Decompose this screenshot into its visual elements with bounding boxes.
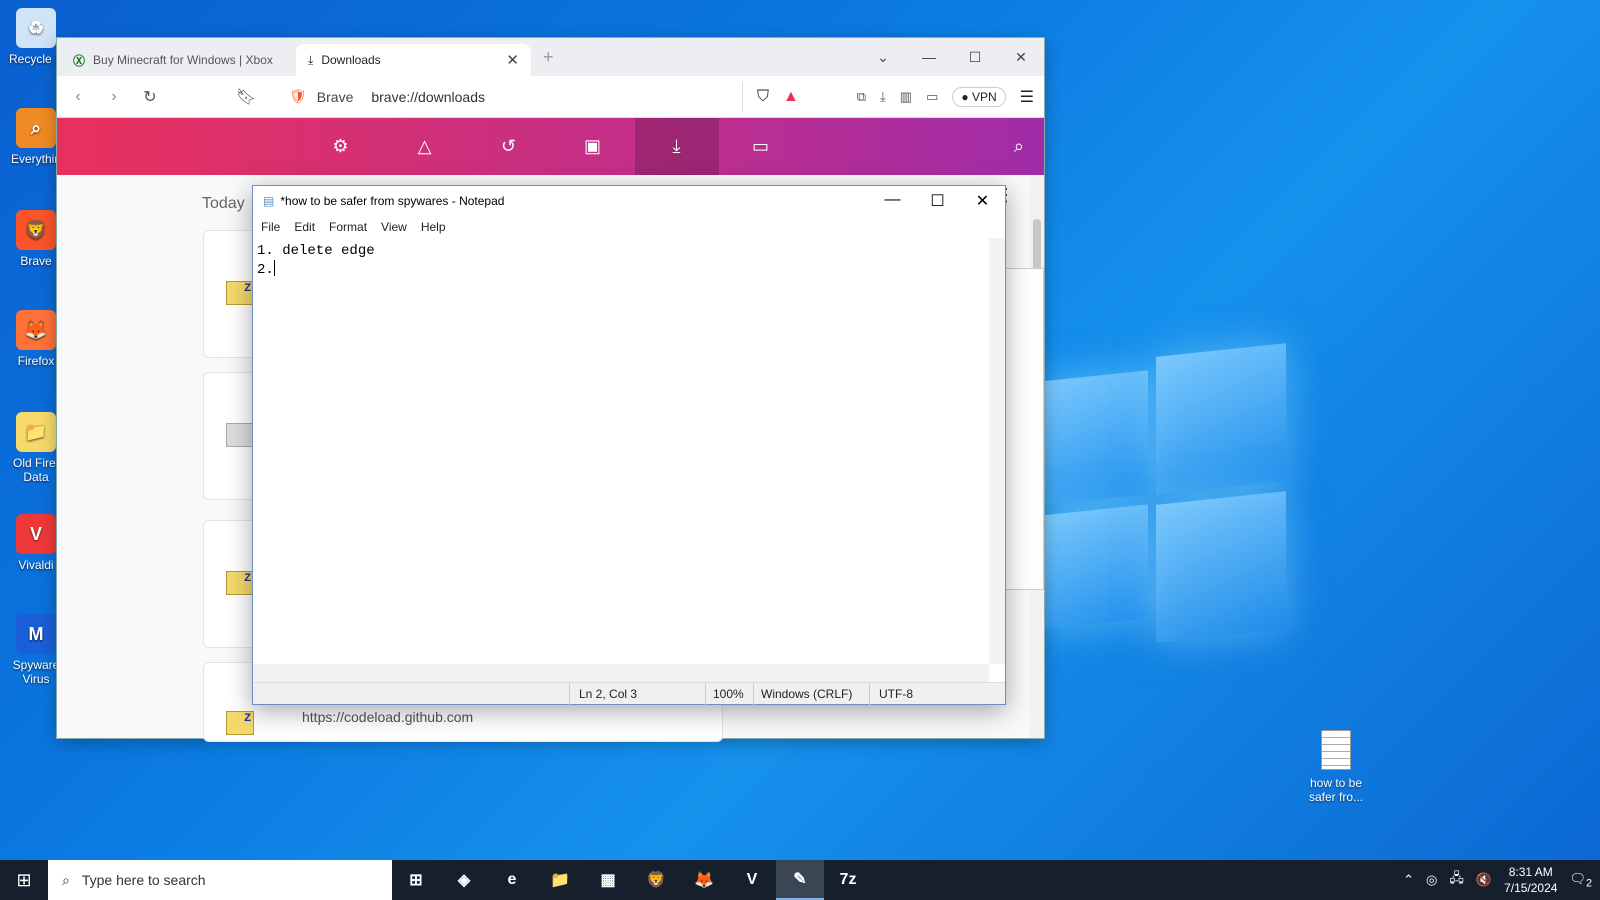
downloads-toolbar-icon[interactable]: ⤓ bbox=[880, 89, 886, 105]
tab-minecraft[interactable]: Ⓧ Buy Minecraft for Windows | Xbox bbox=[61, 44, 296, 76]
menu-view[interactable]: View bbox=[381, 220, 407, 234]
brave-shield-icon: 🛡 bbox=[289, 88, 307, 104]
downloads-nav-icon[interactable]: ⤓ bbox=[634, 118, 719, 175]
notepad-window[interactable]: ▤ *how to be safer from spywares - Notep… bbox=[252, 185, 1006, 705]
desktop-app-icon: 📁 bbox=[16, 412, 56, 452]
address-bar[interactable]: 🛡 Brave brave://downloads bbox=[281, 81, 743, 112]
taskbar-search[interactable]: ⌕ Type here to search bbox=[48, 860, 392, 900]
sidebar-icon[interactable]: ▥ bbox=[900, 89, 912, 105]
show-hidden-icons-chevron-icon[interactable]: ⌃ bbox=[1403, 872, 1414, 888]
minimize-button[interactable]: — bbox=[870, 191, 915, 211]
encoding: UTF-8 bbox=[879, 687, 913, 701]
copilot-icon[interactable]: ◈ bbox=[440, 860, 488, 900]
settings-gear-icon[interactable]: ⚙ bbox=[299, 118, 383, 175]
background-window-edge bbox=[1000, 268, 1044, 590]
vertical-scrollbar[interactable] bbox=[989, 238, 1005, 664]
notepad-text-area[interactable]: 1. delete edge 2. bbox=[253, 238, 989, 664]
cursor-position: Ln 2, Col 3 bbox=[579, 687, 638, 701]
vivaldi-icon[interactable]: V bbox=[728, 860, 776, 900]
bookmark-icon[interactable]: 🔖︎ bbox=[235, 87, 257, 107]
close-tab-icon[interactable]: ✕ bbox=[506, 51, 519, 69]
firefox-icon[interactable]: 🦊 bbox=[680, 860, 728, 900]
notepad-icon[interactable]: ✎ bbox=[776, 860, 824, 900]
notepad-menu-bar: File Edit Format View Help bbox=[253, 216, 1005, 238]
text-file-icon bbox=[1321, 730, 1351, 770]
brave-rewards-icon[interactable]: ▲ bbox=[783, 88, 799, 106]
desktop-app-icon: V bbox=[16, 514, 56, 554]
desktop-app-icon: 🦊 bbox=[16, 310, 56, 350]
download-icon: ⤓ bbox=[308, 52, 314, 67]
notepad-title-bar[interactable]: ▤ *how to be safer from spywares - Notep… bbox=[253, 186, 1005, 216]
zip-file-icon: Z bbox=[226, 281, 254, 305]
menu-edit[interactable]: Edit bbox=[294, 220, 315, 234]
horizontal-scrollbar[interactable] bbox=[253, 664, 989, 682]
xbox-icon: Ⓧ bbox=[73, 53, 86, 68]
task-view-icon[interactable]: ⊞ bbox=[392, 860, 440, 900]
taskbar: ⊞ ⌕ Type here to search ⊞ ◈ e 📁 ▦ 🦁 🦊 V ✎ 7z ⌃ ◎ … bbox=[0, 860, 1600, 900]
menu-format[interactable]: Format bbox=[329, 220, 367, 234]
status-bar: Ln 2, Col 3 100% Windows (CRLF) UTF-8 bbox=[253, 682, 1005, 705]
store-icon[interactable]: ▦ bbox=[584, 860, 632, 900]
zip-file-icon: Z bbox=[226, 571, 254, 595]
settings-nav-strip: ⚙ △ ↺ ▣ ⤓ ▭ ⌕ bbox=[57, 118, 1044, 175]
start-button[interactable]: ⊞ bbox=[0, 860, 48, 900]
windows-wallpaper-logo bbox=[1040, 343, 1286, 650]
desktop-app-icon: ♻ bbox=[16, 8, 56, 48]
wallet-icon[interactable]: ▭ bbox=[926, 89, 938, 105]
text-line-2: 2. bbox=[257, 262, 274, 278]
zoom-level: 100% bbox=[713, 687, 744, 701]
text-line-1: 1. delete edge bbox=[257, 243, 375, 259]
reload-button[interactable]: ↻ bbox=[139, 87, 161, 107]
desktop-app-icon: M bbox=[16, 614, 56, 654]
menu-icon[interactable]: ☰ bbox=[1020, 87, 1034, 107]
download-source-url[interactable]: https://codeload.github.com bbox=[302, 709, 473, 725]
notifications-icon[interactable]: 🗨2 bbox=[1569, 871, 1592, 890]
clock[interactable]: 8:31 AM 7/15/2024 bbox=[1504, 864, 1557, 896]
browser-toolbar: ‹ › ↻ 🔖︎ 🛡 Brave brave://downloads ⛉ ▲ ⧉… bbox=[57, 76, 1044, 118]
line-ending: Windows (CRLF) bbox=[761, 687, 853, 701]
desktop-app-icon: 🦁 bbox=[16, 210, 56, 250]
maximize-button[interactable]: ☐ bbox=[915, 191, 960, 211]
system-tray: ⌃ ◎ 🖧 🔇 8:31 AM 7/15/2024 🗨2 bbox=[1403, 864, 1600, 896]
close-button[interactable]: ✕ bbox=[998, 38, 1044, 76]
bookmarks-nav-icon[interactable]: ▣ bbox=[551, 118, 635, 175]
forward-button[interactable]: › bbox=[103, 88, 125, 106]
brave-shields-button[interactable]: ⛉ bbox=[757, 88, 769, 106]
history-icon[interactable]: ↺ bbox=[467, 118, 551, 175]
desktop-file-how-to-be-safer[interactable]: how to be safer fro... bbox=[1300, 730, 1372, 804]
tab-strip: Ⓧ Buy Minecraft for Windows | Xbox ⤓ Dow… bbox=[57, 38, 1044, 76]
wallet-nav-icon[interactable]: ▭ bbox=[719, 118, 803, 175]
menu-help[interactable]: Help bbox=[421, 220, 446, 234]
maximize-button[interactable]: ☐ bbox=[952, 38, 998, 76]
desktop-app-icon: ⌕ bbox=[16, 108, 56, 148]
search-icon: ⌕ bbox=[62, 871, 70, 888]
tab-search-chevron-icon[interactable]: ⌄ bbox=[860, 38, 906, 76]
notepad-icon: ▤ bbox=[263, 194, 275, 208]
extensions-icon[interactable]: ⧉ bbox=[857, 89, 866, 105]
rewards-nav-icon[interactable]: △ bbox=[383, 118, 467, 175]
7zip-icon[interactable]: 7z bbox=[824, 860, 872, 900]
back-button[interactable]: ‹ bbox=[67, 88, 89, 106]
network-icon[interactable]: 🖧 bbox=[1449, 869, 1464, 891]
edge-icon[interactable]: e bbox=[488, 860, 536, 900]
new-tab-button[interactable]: + bbox=[531, 47, 566, 76]
zip-file-icon: Z bbox=[226, 711, 254, 735]
text-caret bbox=[273, 260, 275, 276]
close-button[interactable]: ✕ bbox=[960, 191, 1005, 211]
file-icon bbox=[226, 423, 254, 447]
tab-downloads[interactable]: ⤓ Downloads ✕ bbox=[296, 44, 531, 76]
menu-file[interactable]: File bbox=[261, 220, 280, 234]
file-explorer-icon[interactable]: 📁 bbox=[536, 860, 584, 900]
section-heading-today: Today bbox=[202, 195, 245, 212]
volume-muted-icon[interactable]: 🔇 bbox=[1476, 872, 1492, 888]
search-icon[interactable]: ⌕ bbox=[1014, 136, 1024, 157]
meet-now-icon[interactable]: ◎ bbox=[1426, 872, 1437, 888]
vpn-button[interactable]: ● VPN bbox=[952, 86, 1006, 107]
brave-icon[interactable]: 🦁 bbox=[632, 860, 680, 900]
minimize-button[interactable]: — bbox=[906, 38, 952, 76]
